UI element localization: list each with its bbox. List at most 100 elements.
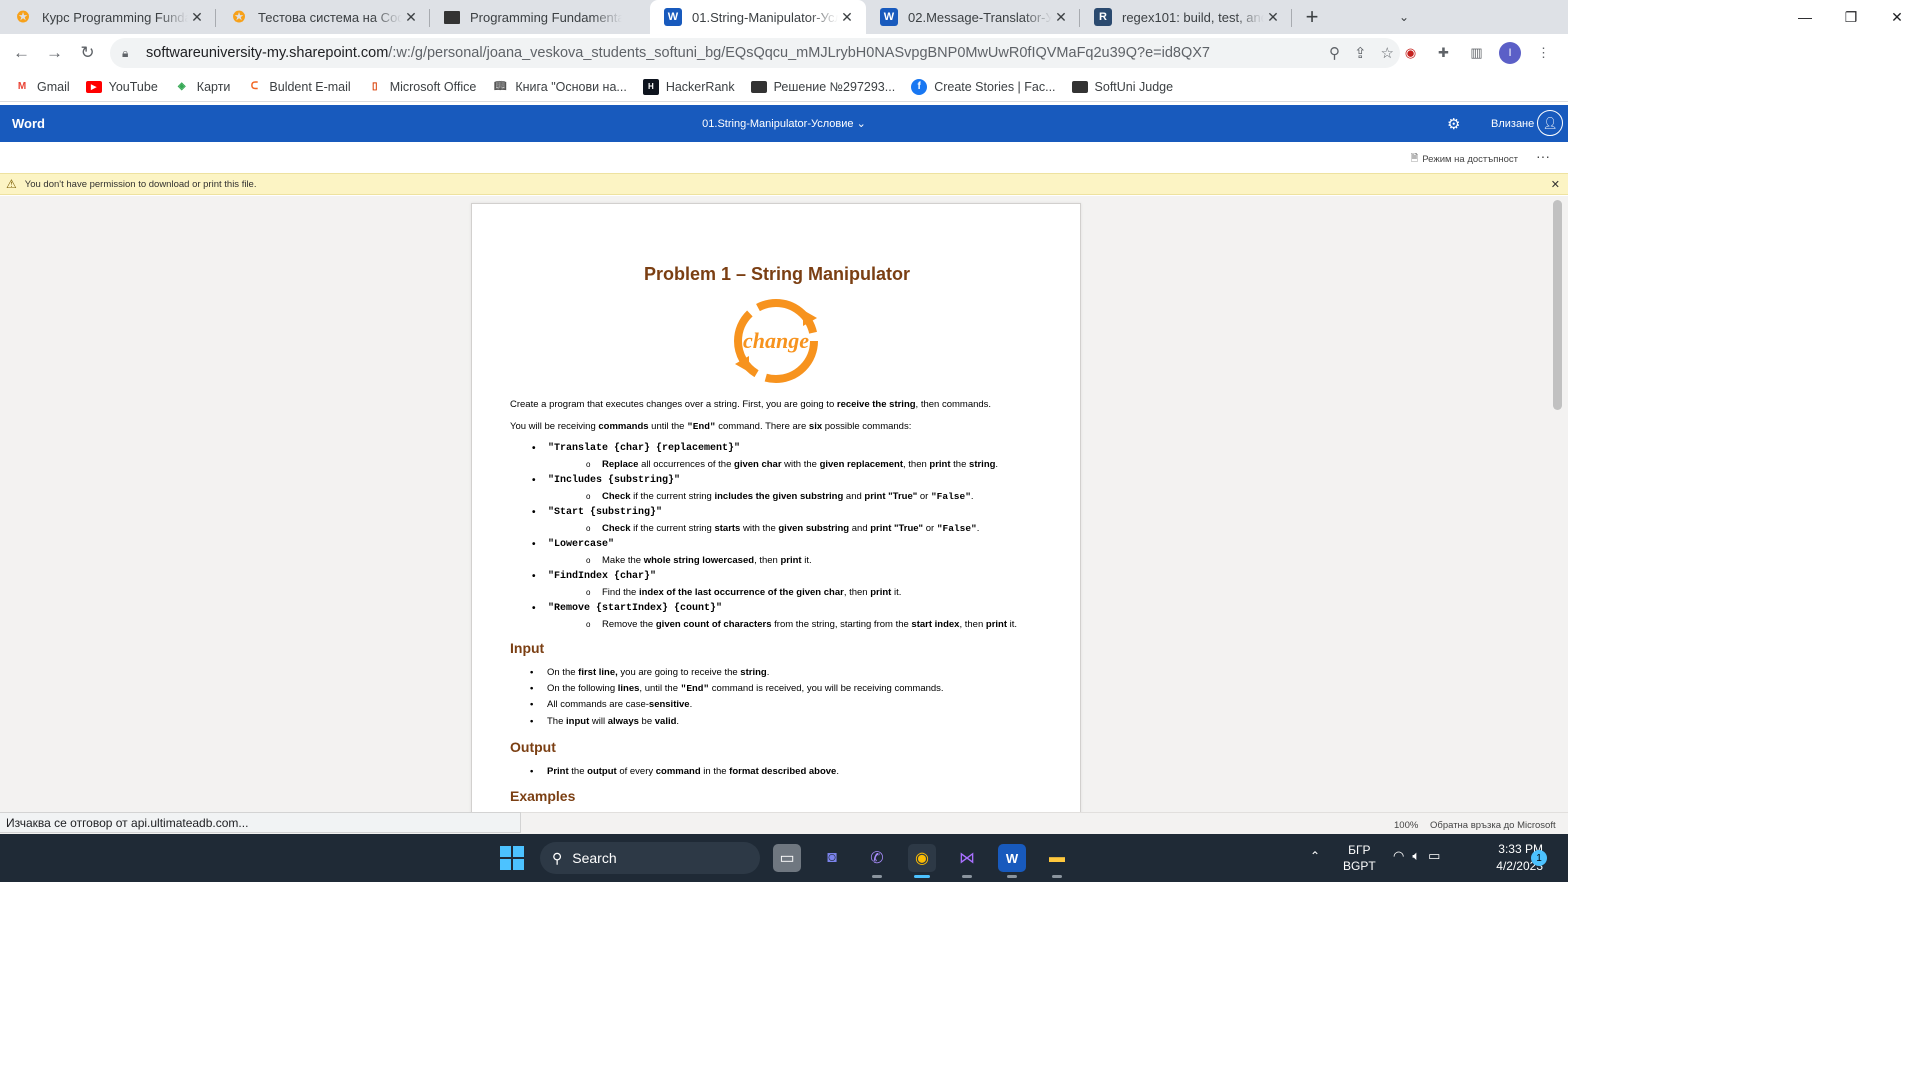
bookmark-star-icon[interactable]: ☆ [1381,44,1394,62]
bookmark-maps[interactable]: ◈ Карти [174,79,230,95]
terminal-icon [1071,80,1088,93]
close-tab-icon[interactable]: ✕ [838,9,856,26]
close-tab-icon[interactable]: ✕ [1052,9,1070,26]
address-bar[interactable]: 🔒︎ softwareuniversity-my.sharepoint.com /… [110,38,1400,68]
zoom-icon[interactable]: ⚲ [1329,44,1340,62]
close-tab-icon[interactable]: ✕ [188,9,206,26]
warning-text: You don't have permission to download or… [24,178,257,190]
gmail-icon: M [17,81,27,92]
gear-icon[interactable]: ⚙ [1447,115,1460,133]
document-canvas[interactable]: Problem 1 – String Manipulator change Cr… [0,196,1568,816]
book-icon: 📖︎ [493,81,507,92]
reload-icon[interactable]: ↻ [71,34,104,72]
profile-avatar[interactable]: I [1499,42,1521,64]
bookmark-office[interactable]: ▯ Microsoft Office [367,79,476,95]
bookmark-facebook[interactable]: f Create Stories | Fac... [911,78,1056,95]
chevron-down-icon: ⌄ [856,118,866,130]
browser-tab[interactable]: ✪ Тестова система на СофтУни ✕ [216,0,430,34]
command-description: Check if the current string includes the… [586,491,974,502]
bookmark-youtube[interactable]: ▶ YouTube [85,80,158,94]
more-options-icon[interactable]: ··· [1536,148,1550,164]
lock-icon[interactable]: 🔒︎ [122,46,136,61]
permission-warning-bar: ⚠ You don't have permission to download … [0,173,1568,195]
user-avatar-icon[interactable]: 👤︎ [1537,110,1563,136]
browser-status-bubble: Изчаква се отговор от api.ultimateadb.co… [0,812,521,833]
tab-search-chevron-icon[interactable]: ⌄ [1390,0,1418,34]
close-tab-icon[interactable]: ✕ [402,9,420,26]
command-description: Remove the given count of characters fro… [586,619,1017,630]
back-arrow-icon[interactable]: ← [5,34,38,72]
examples-heading: Examples [510,788,576,804]
feedback-link[interactable]: Обратна връзка до Microsoft [1430,820,1556,831]
accessibility-icon: 🗎︎ [1410,153,1419,164]
word-app-icon[interactable]: W [998,844,1026,878]
tab-title: Тестова система на СофтУни [258,9,402,25]
forward-arrow-icon[interactable]: → [38,34,71,72]
bookmark-gmail[interactable]: M Gmail [14,79,70,95]
list-item: Print the output of every command in the… [530,766,839,777]
extension-icon[interactable]: ◉ [1400,43,1421,64]
viber-icon[interactable]: ✆ [863,844,891,878]
zoom-level[interactable]: 100% [1394,820,1418,831]
list-item: All commands are case-sensitive. [530,699,692,710]
hackerrank-icon: H [642,78,659,95]
command-description: Replace all occurrences of the given cha… [586,459,998,470]
warning-icon: ⚠ [6,177,17,191]
close-window-icon[interactable]: ✕ [1874,0,1920,34]
browser-tab[interactable]: R regex101: build, test, and debug ✕ [1080,0,1292,34]
extensions-area: ◉ ✚ ▥ I ⋮ [1400,34,1554,72]
url-host: softwareuniversity-my.sharepoint.com [146,45,389,61]
bookmark-buldent[interactable]: ᑕ Buldent E-mail [246,79,351,95]
list-item: On the following lines, until the "End" … [530,683,944,694]
tab-title: regex101: build, test, and debug [1122,9,1264,25]
accessibility-mode-button[interactable]: 🗎︎ Режим на достъпност [1411,151,1518,167]
search-icon: ⚲ [552,849,563,866]
task-view-icon[interactable]: ▭ [773,844,801,872]
input-heading: Input [510,640,545,656]
sign-in-link[interactable]: Влизане [1491,118,1534,130]
chrome-icon[interactable]: ◉ [908,844,936,878]
minimize-icon[interactable]: — [1782,0,1828,34]
close-tab-icon[interactable]: ✕ [1264,9,1282,26]
bookmark-book[interactable]: 📖︎ Книга "Основи на... [492,79,627,95]
command-findindex: "FindIndex {char}" [532,571,656,582]
youtube-icon: ▶ [85,80,102,93]
new-tab-button[interactable]: + [1292,0,1332,34]
command-includes: "Includes {substring}" [532,475,680,486]
taskbar-search-box[interactable]: ⚲ Search [540,842,760,874]
puzzle-icon[interactable]: ✚ [1433,43,1454,64]
bookmark-judge[interactable]: SoftUni Judge [1071,80,1173,94]
bookmarks-bar: M Gmail ▶ YouTube ◈ Карти ᑕ Buldent E-mail ▯… [0,72,1568,102]
battery-icon[interactable]: ▭ [1428,848,1440,864]
bookmark-solution[interactable]: Решение №297293... [750,80,895,94]
file-explorer-icon[interactable]: ▬ [1043,844,1071,878]
vertical-scrollbar[interactable] [1553,200,1562,410]
restore-icon[interactable]: ❐ [1828,0,1874,34]
volume-icon[interactable]: 🔈︎ [1412,848,1420,864]
document-title[interactable]: 01.String-Manipulator-Условие ⌄ [0,117,1568,130]
visual-studio-icon[interactable]: ⋈ [953,844,981,878]
tab-title: Курс Programming Fundamentals [42,9,188,25]
browser-tab[interactable]: W 02.Message-Translator-Условие ✕ [866,0,1080,34]
teams-chat-icon[interactable]: ◙ [818,844,846,872]
browser-tab[interactable]: Programming Fundamentals [430,0,650,34]
command-description: Make the whole string lowercased, then p… [586,555,812,566]
notification-badge[interactable]: 1 [1531,850,1547,866]
window-controls: — ❐ ✕ [1782,0,1920,34]
intro-paragraph-1: Create a program that executes changes o… [510,399,992,410]
bookmark-hackerrank[interactable]: H HackerRank [642,78,735,95]
side-panel-icon[interactable]: ▥ [1466,43,1487,64]
command-description: Find the index of the last occurrence of… [586,587,901,598]
chrome-menu-icon[interactable]: ⋮ [1533,43,1554,64]
windows-start-icon[interactable] [500,846,524,870]
browser-tab[interactable]: ✪ Курс Programming Fundamentals ✕ [0,0,216,34]
document-page: Problem 1 – String Manipulator change Cr… [471,203,1081,816]
close-warning-icon[interactable]: ✕ [1551,178,1560,191]
browser-tab-active[interactable]: W 01.String-Manipulator-Условие ✕ [650,0,866,34]
intro-paragraph-2: You will be receiving commands until the… [510,421,912,432]
share-icon[interactable]: ⇪ [1354,44,1367,62]
wifi-icon[interactable]: ◠ [1393,848,1404,864]
email-icon: ᑕ [250,81,259,92]
keyboard-language[interactable]: БГР BGPT [1343,842,1376,874]
chevron-up-icon[interactable]: ⌃ [1310,849,1320,863]
